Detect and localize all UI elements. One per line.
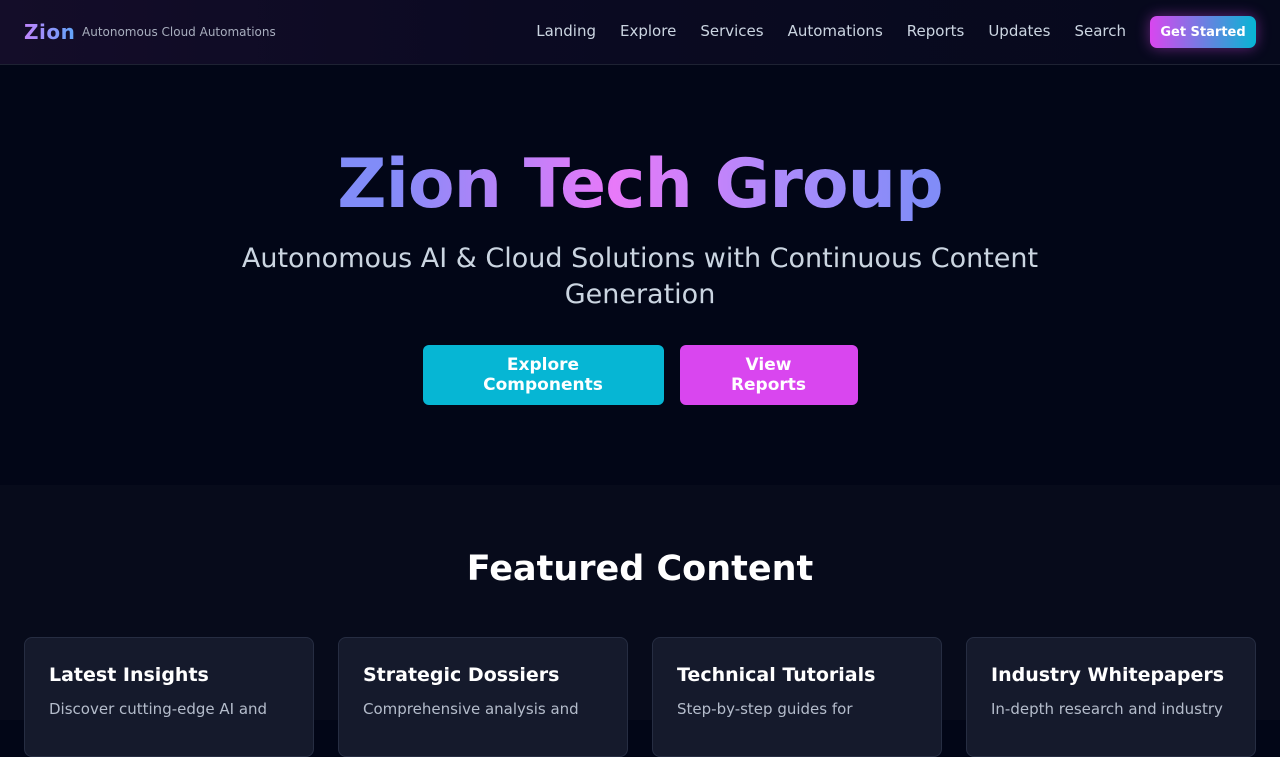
card-title: Technical Tutorials — [677, 664, 876, 686]
card-title: Strategic Dossiers — [363, 664, 560, 686]
card-title: Latest Insights — [49, 664, 209, 686]
nav-links: Landing Explore Services Automations Rep… — [512, 22, 1126, 40]
card-technical-tutorials[interactable]: Technical Tutorials Step-by-step guides … — [652, 637, 942, 757]
brand-logo[interactable]: Zion — [24, 20, 75, 44]
card-description: Comprehensive analysis and — [363, 700, 579, 718]
hero-subtitle: Autonomous AI & Cloud Solutions with Con… — [241, 243, 1039, 310]
nav-link-services[interactable]: Services — [700, 22, 763, 40]
featured-content-section: Featured Content Latest Insights Discove… — [0, 485, 1280, 757]
card-latest-insights[interactable]: Latest Insights Discover cutting-edge AI… — [24, 637, 314, 757]
nav-link-explore[interactable]: Explore — [620, 22, 676, 40]
get-started-button[interactable]: Get Started — [1150, 16, 1256, 48]
hero-actions: Explore Components View Reports — [0, 345, 1280, 405]
card-description: Step-by-step guides for — [677, 700, 853, 718]
top-navbar: Zion Autonomous Cloud Automations Landin… — [0, 0, 1280, 65]
hero-section: Zion Tech Group Autonomous AI & Cloud So… — [0, 65, 1280, 485]
hero-title: Zion Tech Group — [0, 145, 1280, 225]
card-description: In-depth research and industry — [991, 700, 1223, 718]
brand-tagline: Autonomous Cloud Automations — [82, 25, 276, 39]
nav-link-automations[interactable]: Automations — [788, 22, 883, 40]
card-strategic-dossiers[interactable]: Strategic Dossiers Comprehensive analysi… — [338, 637, 628, 757]
nav-link-updates[interactable]: Updates — [988, 22, 1050, 40]
card-description: Discover cutting-edge AI and — [49, 700, 268, 718]
nav-link-landing[interactable]: Landing — [536, 22, 596, 40]
nav-link-search[interactable]: Search — [1074, 22, 1126, 40]
nav-link-reports[interactable]: Reports — [907, 22, 965, 40]
card-title: Industry Whitepapers — [991, 664, 1225, 686]
view-reports-button[interactable]: View Reports — [679, 345, 858, 405]
explore-components-button[interactable]: Explore Components — [422, 345, 664, 405]
featured-cards: Latest Insights Discover cutting-edge AI… — [24, 637, 1256, 757]
featured-heading: Featured Content — [466, 549, 814, 589]
card-industry-whitepapers[interactable]: Industry Whitepapers In-depth research a… — [966, 637, 1256, 757]
